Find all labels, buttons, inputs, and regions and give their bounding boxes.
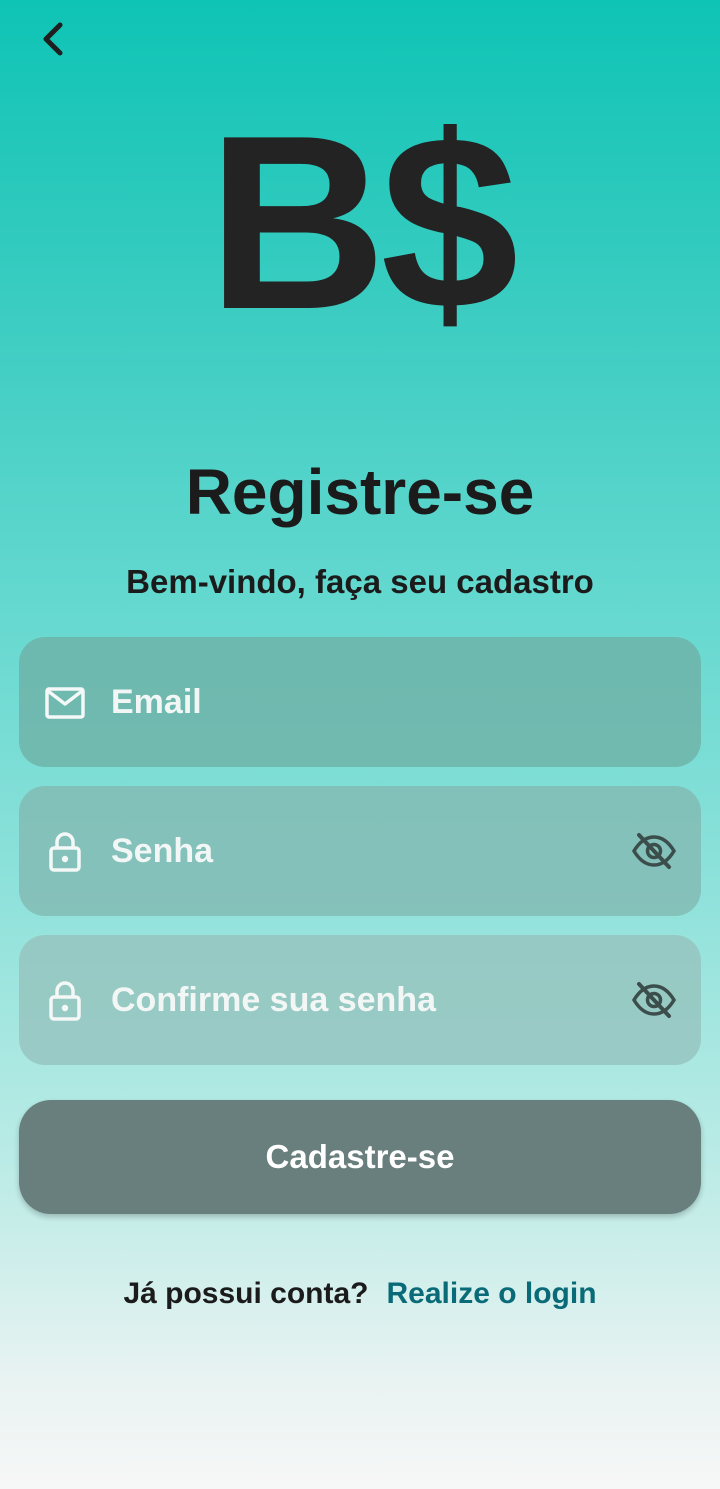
eye-off-icon [631,982,677,1018]
email-field[interactable]: Email [19,637,701,767]
mail-icon [44,682,86,724]
back-button[interactable] [28,14,78,64]
chevron-left-icon [43,22,63,56]
login-question: Já possui conta? [123,1277,369,1310]
page-title: Registre-se [185,456,535,528]
login-prompt: Já possui conta? Realize o login [0,1274,720,1314]
eye-off-icon [631,833,677,869]
password-field[interactable]: Senha [19,786,701,916]
register-button[interactable]: Cadastre-se [19,1100,701,1214]
app-logo: B$ [207,83,518,361]
confirm-password-placeholder: Confirme sua senha [111,980,436,1019]
toggle-confirm-password-visibility-button[interactable] [631,977,677,1023]
page-subtitle: Bem-vindo, faça seu cadastro [126,563,594,600]
lock-icon [44,980,86,1022]
confirm-password-field[interactable]: Confirme sua senha [19,935,701,1065]
email-placeholder: Email [111,682,202,721]
password-placeholder: Senha [111,831,214,870]
toggle-password-visibility-button[interactable] [631,828,677,874]
login-link[interactable]: Realize o login [387,1274,597,1314]
lock-icon [44,831,86,873]
